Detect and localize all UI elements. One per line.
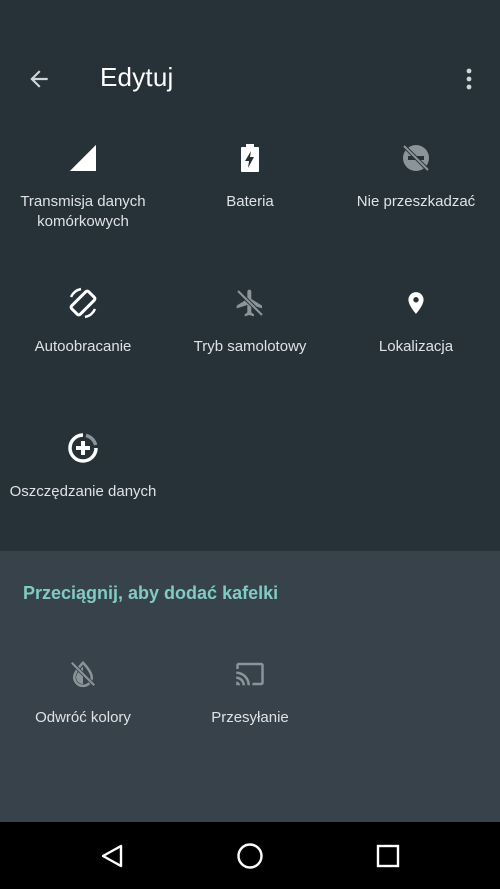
cast-icon — [232, 656, 268, 692]
airplane-icon — [232, 285, 268, 321]
back-button[interactable] — [20, 60, 58, 98]
tile-mobile-data[interactable]: Transmisja danych komórkowych — [0, 130, 166, 260]
tile-label: Bateria — [226, 193, 274, 210]
tile-battery[interactable]: Bateria — [167, 130, 333, 260]
tile-cast[interactable]: Przesyłanie — [167, 646, 333, 776]
nav-home-button[interactable] — [230, 836, 270, 876]
tile-label: Transmisja danych komórkowych — [20, 193, 146, 230]
tile-label: Tryb samolotowy — [193, 338, 307, 355]
tile-data-saver[interactable]: Oszczędzanie danych — [0, 420, 166, 550]
tile-do-not-disturb[interactable]: Nie przeszkadzać — [333, 130, 499, 260]
tile-location[interactable]: Lokalizacja — [333, 275, 499, 405]
invert-colors-icon — [65, 656, 101, 692]
nav-recents-button[interactable] — [368, 836, 408, 876]
more-vert-icon — [466, 68, 472, 90]
tile-airplane-mode[interactable]: Tryb samolotowy — [167, 275, 333, 405]
tile-label: Nie przeszkadzać — [356, 193, 476, 210]
tile-label: Autoobracanie — [34, 338, 132, 355]
tile-label: Odwróć kolory — [35, 709, 131, 726]
do-not-disturb-icon — [398, 140, 434, 176]
arrow-left-icon — [30, 70, 48, 88]
app-bar: Edytuj — [0, 0, 500, 140]
nav-back-icon — [101, 844, 123, 868]
location-icon — [398, 285, 434, 321]
auto-rotate-icon — [65, 285, 101, 321]
add-tiles-panel: Przeciągnij, aby dodać kafelki Odwróć ko… — [0, 551, 500, 822]
system-nav-bar — [0, 822, 500, 889]
nav-recents-icon — [376, 844, 400, 868]
battery-icon — [232, 140, 268, 176]
tile-label: Lokalizacja — [378, 338, 454, 355]
tile-label: Oszczędzanie danych — [9, 483, 157, 500]
add-tiles-heading: Przeciągnij, aby dodać kafelki — [23, 583, 279, 603]
tile-label: Przesyłanie — [211, 709, 289, 726]
more-options-button[interactable] — [454, 62, 484, 96]
nav-home-icon — [237, 843, 263, 869]
tile-invert-colors[interactable]: Odwróć kolory — [0, 646, 166, 776]
quick-settings-edit-screen: Edytuj Transmisja danych komórkowych Bat… — [0, 0, 500, 889]
data-saver-icon — [65, 430, 101, 466]
cell-signal-icon — [65, 140, 101, 176]
page-title: Edytuj — [100, 62, 174, 92]
tile-auto-rotate[interactable]: Autoobracanie — [0, 275, 166, 405]
nav-back-button[interactable] — [92, 836, 132, 876]
